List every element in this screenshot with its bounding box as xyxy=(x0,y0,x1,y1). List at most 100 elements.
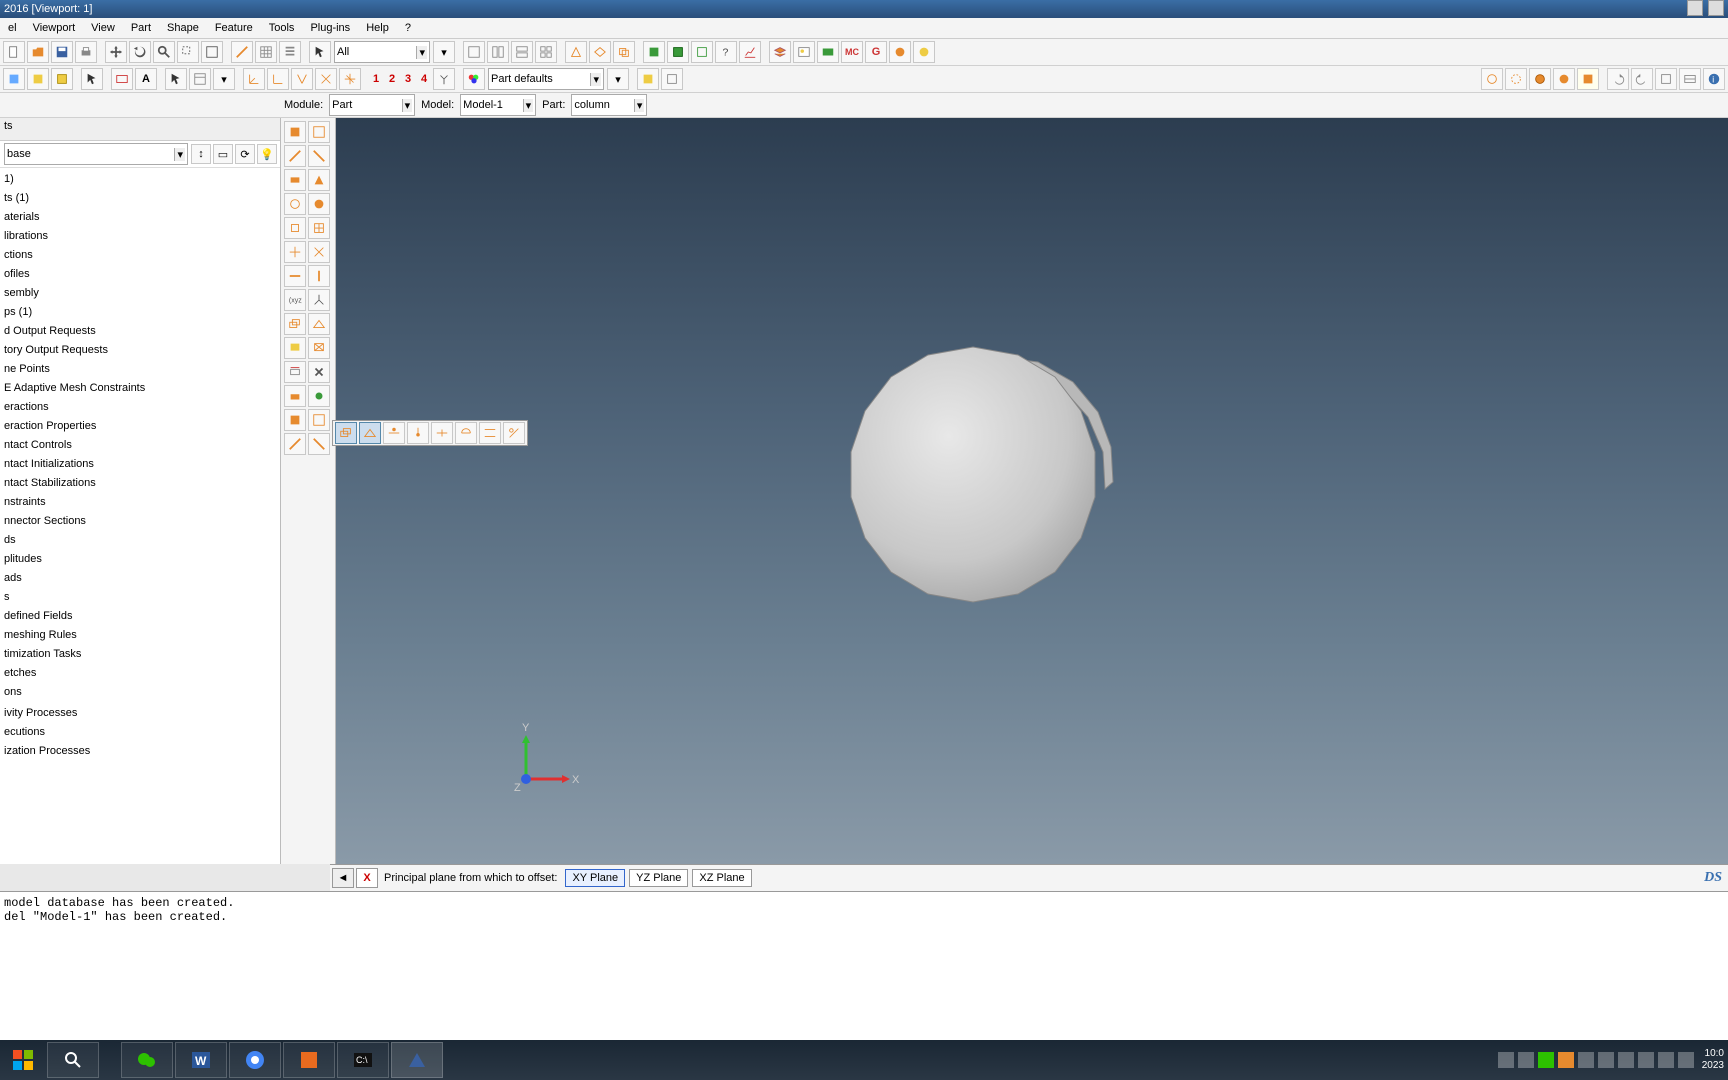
display-group-icon[interactable] xyxy=(637,68,659,90)
menu-help[interactable]: Help xyxy=(358,18,397,38)
hidden-icon[interactable] xyxy=(1505,68,1527,90)
tree-item[interactable]: ntact Stabilizations xyxy=(2,474,280,493)
color-scheme-dropdown[interactable]: Part defaults xyxy=(488,68,604,90)
toolbox-button-25[interactable] xyxy=(308,409,330,431)
movie-icon[interactable] xyxy=(817,41,839,63)
toolbox-button-18[interactable] xyxy=(284,337,306,359)
tree-item[interactable]: defined Fields xyxy=(2,607,280,626)
datum-point-normal-icon[interactable] xyxy=(407,422,429,444)
render1-icon[interactable] xyxy=(643,41,665,63)
vp1-icon[interactable] xyxy=(463,41,485,63)
shaded-wire-icon[interactable] xyxy=(1529,68,1551,90)
toolbox-button-17[interactable] xyxy=(308,313,330,335)
dropdown-icon[interactable]: ▾ xyxy=(433,41,455,63)
replace-icon[interactable] xyxy=(1655,68,1677,90)
toolbox-button-7[interactable] xyxy=(308,193,330,215)
options-icon[interactable] xyxy=(189,68,211,90)
toolbox-button-24[interactable] xyxy=(284,409,306,431)
tree-item[interactable]: nnector Sections xyxy=(2,512,280,531)
toolbox-button-10[interactable] xyxy=(284,241,306,263)
tree-item[interactable]: aterials xyxy=(2,208,280,227)
taskbar-clock[interactable]: 10:0 2023 xyxy=(1702,1048,1724,1072)
minimize-button[interactable] xyxy=(1687,0,1703,16)
model-dropdown[interactable]: Model-1 xyxy=(460,94,536,116)
wps-taskbar-icon[interactable] xyxy=(283,1042,335,1078)
toolbox-button-0[interactable] xyxy=(284,121,306,143)
toolbox-button-15[interactable] xyxy=(308,289,330,311)
menu-whatsthis[interactable]: ? xyxy=(397,18,419,38)
view-4-button[interactable]: 4 xyxy=(416,73,432,85)
text-icon[interactable]: A xyxy=(135,68,157,90)
render3-icon[interactable] xyxy=(691,41,713,63)
menu-model[interactable]: el xyxy=(0,18,25,38)
tray-app-icon[interactable] xyxy=(1598,1052,1614,1068)
search-button[interactable] xyxy=(47,1042,99,1078)
select-filter-dropdown[interactable]: All xyxy=(334,41,430,63)
tree-filter-dropdown[interactable]: base xyxy=(4,143,188,165)
toolbox-button-1[interactable] xyxy=(308,121,330,143)
menu-plugins[interactable]: Plug-ins xyxy=(302,18,358,38)
tree-item[interactable]: ads xyxy=(2,569,280,588)
tree-item[interactable]: s xyxy=(2,588,280,607)
tree-item[interactable]: ds xyxy=(2,531,280,550)
toolbox-button-26[interactable] xyxy=(284,433,306,455)
tray-shield-icon[interactable] xyxy=(1558,1052,1574,1068)
tree-item[interactable]: ofiles xyxy=(2,265,280,284)
tree-item[interactable]: ts (1) xyxy=(2,189,280,208)
csys-cycle-icon[interactable] xyxy=(433,68,455,90)
undo-icon[interactable] xyxy=(1607,68,1629,90)
open-icon[interactable] xyxy=(27,41,49,63)
color-dropdown-icon[interactable]: ▾ xyxy=(607,68,629,90)
datum-2line-icon[interactable] xyxy=(479,422,501,444)
csys5-icon[interactable] xyxy=(339,68,361,90)
toolbox-button-27[interactable] xyxy=(308,433,330,455)
tray-flag-icon[interactable] xyxy=(1638,1052,1654,1068)
tree-item[interactable]: ecutions xyxy=(2,723,280,742)
toolbox-button-8[interactable] xyxy=(284,217,306,239)
list-icon[interactable] xyxy=(279,41,301,63)
tree-item[interactable]: ps (1) xyxy=(2,303,280,322)
tree-item[interactable]: ons xyxy=(2,683,280,702)
tray-chevron-icon[interactable] xyxy=(1498,1052,1514,1068)
tree-item[interactable]: d Output Requests xyxy=(2,322,280,341)
tree-item[interactable]: ivity Processes xyxy=(2,704,280,723)
maximize-button[interactable] xyxy=(1708,0,1724,16)
vp4-icon[interactable] xyxy=(535,41,557,63)
toolbox-button-9[interactable] xyxy=(308,217,330,239)
redo-icon[interactable] xyxy=(1631,68,1653,90)
toolbox-button-13[interactable] xyxy=(308,265,330,287)
zoom-box-icon[interactable] xyxy=(177,41,199,63)
rotate-icon[interactable] xyxy=(129,41,151,63)
color-icon[interactable] xyxy=(463,68,485,90)
toolbox-button-2[interactable] xyxy=(284,145,306,167)
pan-icon[interactable] xyxy=(105,41,127,63)
toolbox-button-3[interactable] xyxy=(308,145,330,167)
view-2-button[interactable]: 2 xyxy=(384,73,400,85)
csys3-icon[interactable] xyxy=(291,68,313,90)
toolbox-button-14[interactable]: (xyz) xyxy=(284,289,306,311)
csys1-icon[interactable] xyxy=(243,68,265,90)
toolbox-button-5[interactable] xyxy=(308,169,330,191)
word-taskbar-icon[interactable]: W xyxy=(175,1042,227,1078)
layers-icon[interactable] xyxy=(769,41,791,63)
cursor-icon[interactable] xyxy=(165,68,187,90)
prompt-back-button[interactable]: ◄ xyxy=(332,868,354,888)
menu-tools[interactable]: Tools xyxy=(261,18,303,38)
vp3-icon[interactable] xyxy=(511,41,533,63)
mc-icon[interactable]: MC xyxy=(841,41,863,63)
tree-item[interactable]: meshing Rules xyxy=(2,626,280,645)
tree-item[interactable]: timization Tasks xyxy=(2,645,280,664)
tree-item[interactable]: ntact Initializations xyxy=(2,455,280,474)
tree-item[interactable]: E Adaptive Mesh Constraints xyxy=(2,379,280,398)
side-icon[interactable] xyxy=(51,68,73,90)
tree-item[interactable]: ne Points xyxy=(2,360,280,379)
datum-rotate-icon[interactable] xyxy=(455,422,477,444)
csys2-icon[interactable] xyxy=(267,68,289,90)
tree-item[interactable]: eraction Properties xyxy=(2,417,280,436)
tree-item[interactable]: ctions xyxy=(2,246,280,265)
tree-item[interactable]: etches xyxy=(2,664,280,683)
menu-shape[interactable]: Shape xyxy=(159,18,207,38)
tree-tab[interactable]: ts xyxy=(0,118,280,141)
info-icon[interactable]: i xyxy=(1703,68,1725,90)
dropdown2-icon[interactable]: ▾ xyxy=(213,68,235,90)
